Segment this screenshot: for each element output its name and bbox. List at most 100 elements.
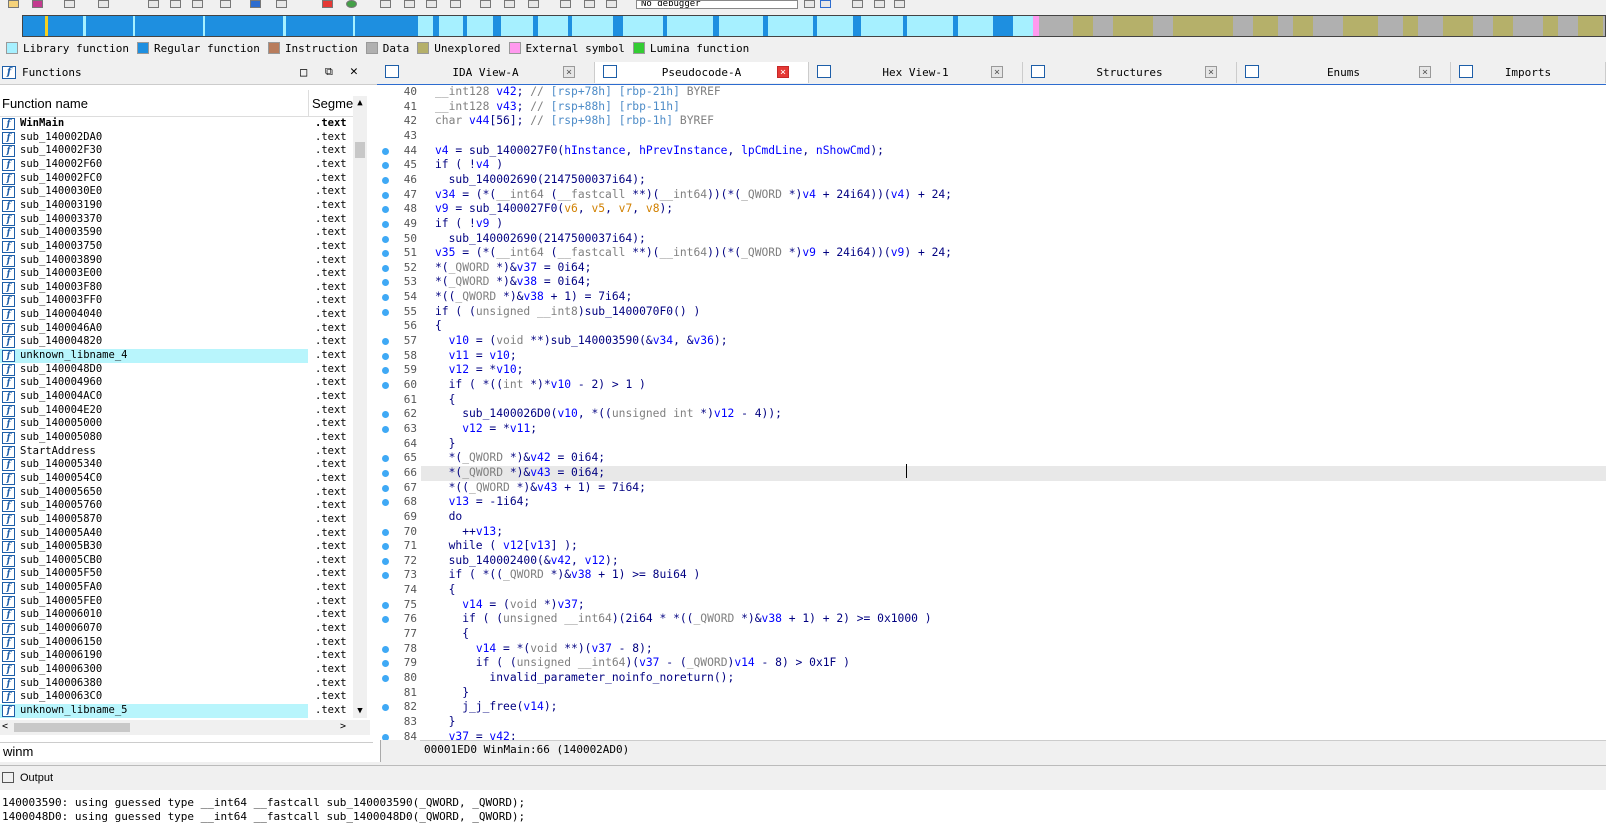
code-line[interactable]: __int128 v42; // [rsp+78h] [rbp-21h] BYR…	[435, 85, 721, 100]
code-line[interactable]: invalid_parameter_noinfo_noreturn();	[435, 671, 734, 686]
code-line[interactable]: ++v13;	[435, 525, 503, 540]
function-row[interactable]: f sub_140002F30 .text	[0, 144, 348, 158]
code-line[interactable]: {	[435, 583, 456, 598]
tab-ida-view-a[interactable]: IDA View-A ×	[377, 62, 595, 83]
code-line[interactable]: *(_QWORD *)&v37 = 0i64;	[435, 261, 591, 276]
function-list-horizontal-scrollbar[interactable]: < >	[0, 720, 370, 735]
toolbar-icon-5[interactable]	[380, 0, 391, 8]
code-line[interactable]: *(_QWORD *)&v42 = 0i64;	[435, 451, 605, 466]
code-line[interactable]: do	[435, 510, 463, 525]
code-line[interactable]: *((_QWORD *)&v38 + 1) = 7i64;	[435, 290, 632, 305]
code-line[interactable]: if ( !v9 )	[435, 217, 503, 232]
code-line[interactable]: if ( (unsigned __int64)(2i64 * *((_QWORD…	[435, 612, 931, 627]
function-row[interactable]: f sub_140002DA0 .text	[0, 131, 348, 145]
stop-icon[interactable]	[322, 0, 333, 8]
text-icon[interactable]	[276, 0, 287, 8]
code-line[interactable]: v37 = v42;	[435, 730, 517, 740]
pause-icon[interactable]	[584, 0, 595, 8]
output-panel[interactable]: 140003590: using guessed type __int64 __…	[0, 790, 1606, 835]
breakpoint-gutter[interactable]	[377, 85, 395, 740]
code-line[interactable]: v35 = (*(__int64 (__fastcall **)(__int64…	[435, 246, 952, 261]
function-row[interactable]: f sub_140006150 .text	[0, 636, 348, 650]
function-row[interactable]: f sub_140002F60 .text	[0, 158, 348, 172]
code-line[interactable]: v34 = (*(__int64 (__fastcall **)(__int64…	[435, 188, 952, 203]
toolbar-icon-11[interactable]	[804, 0, 815, 8]
code-line[interactable]: if ( *((_QWORD *)&v38 + 1) >= 8ui64 )	[435, 568, 701, 583]
function-row[interactable]: f sub_140006190 .text	[0, 649, 348, 663]
toolbar-icon-15[interactable]	[894, 0, 905, 8]
tab-close-icon[interactable]: ×	[1205, 66, 1217, 78]
function-row[interactable]: f sub_140006300 .text	[0, 663, 348, 677]
code-line[interactable]: }	[435, 437, 456, 452]
tab-close-icon[interactable]: ×	[1419, 66, 1431, 78]
tab-close-icon[interactable]: ×	[777, 66, 789, 78]
open-folder-icon[interactable]	[8, 0, 19, 8]
pseudocode-view[interactable]: 40 41 42 43 44 45 46 47 48 49 50 51 52 53 54 55 56 57 58 59…	[377, 85, 1606, 740]
toolbar-icon-8[interactable]	[450, 0, 461, 8]
function-row[interactable]: f sub_140005080 .text	[0, 431, 348, 445]
function-filter-input[interactable]: winm	[0, 742, 373, 761]
save-icon[interactable]	[32, 0, 43, 8]
toolbar-icon-12[interactable]	[820, 0, 831, 8]
function-row[interactable]: f StartAddress .text	[0, 445, 348, 459]
function-row[interactable]: f sub_1400048D0 .text	[0, 363, 348, 377]
function-row[interactable]: f sub_140006070 .text	[0, 622, 348, 636]
function-row[interactable]: f sub_140005760 .text	[0, 499, 348, 513]
function-row[interactable]: f sub_1400046A0 .text	[0, 322, 348, 336]
code-line[interactable]: v12 = *v10;	[435, 363, 524, 378]
function-row[interactable]: f sub_140003370 .text	[0, 213, 348, 227]
down-arrow-icon[interactable]	[250, 0, 261, 8]
scroll-up-icon[interactable]: ▲	[353, 96, 367, 110]
function-row[interactable]: f sub_140004040 .text	[0, 308, 348, 322]
function-row[interactable]: f sub_140005CB0 .text	[0, 554, 348, 568]
code-line[interactable]: *((_QWORD *)&v43 + 1) = 7i64;	[435, 481, 646, 496]
function-row[interactable]: f sub_140004820 .text	[0, 335, 348, 349]
toolbar-icon-6[interactable]	[404, 0, 415, 8]
forward-arrow-icon[interactable]	[98, 0, 109, 8]
scroll-thumb[interactable]	[355, 142, 365, 158]
function-row[interactable]: f sub_1400054C0 .text	[0, 472, 348, 486]
horizontal-scroll-thumb[interactable]	[14, 723, 130, 732]
function-row[interactable]: f sub_1400030E0 .text	[0, 185, 348, 199]
function-row[interactable]: f WinMain .text	[0, 117, 348, 131]
function-row[interactable]: f sub_140005870 .text	[0, 513, 348, 527]
code-line[interactable]: }	[435, 715, 456, 730]
function-row[interactable]: f sub_140005340 .text	[0, 458, 348, 472]
function-row[interactable]: f sub_140005B30 .text	[0, 540, 348, 554]
toolbar-icon-1[interactable]	[148, 0, 159, 8]
code-line[interactable]: sub_140002690(2147500037i64);	[435, 232, 646, 247]
code-line[interactable]: v14 = *(void **)(v37 - 8);	[435, 642, 653, 657]
toolbar-icon-9[interactable]	[480, 0, 491, 8]
code-line[interactable]: {	[435, 627, 469, 642]
function-row[interactable]: f unknown_libname_5 .text	[0, 703, 347, 718]
toolbar-icon-7[interactable]	[426, 0, 437, 8]
function-list-vertical-scrollbar[interactable]: ▲ ▼	[353, 96, 367, 718]
function-row[interactable]: f sub_140005FA0 .text	[0, 581, 348, 595]
navigation-band[interactable]	[22, 15, 1606, 37]
function-row[interactable]: f sub_140006380 .text	[0, 677, 348, 691]
code-line[interactable]: v14 = (void *)v37;	[435, 598, 584, 613]
tab-pseudocode-a[interactable]: Pseudocode-A ×	[595, 62, 809, 83]
code-line[interactable]: v10 = (void **)sub_140003590(&v34, &v36)…	[435, 334, 728, 349]
code-line[interactable]: if ( (unsigned __int8)sub_1400070F0() )	[435, 305, 700, 320]
code-line[interactable]: char v44[56]; // [rsp+98h] [rbp-1h] BYRE…	[435, 114, 714, 129]
code-line[interactable]: {	[435, 319, 442, 334]
code-line[interactable]: v12 = *v11;	[435, 422, 537, 437]
code-line[interactable]: }	[435, 686, 469, 701]
code-line[interactable]: v13 = -1i64;	[435, 495, 531, 510]
column-divider[interactable]	[308, 90, 309, 116]
tab-enums[interactable]: Enums ×	[1237, 62, 1451, 83]
function-row[interactable]: f sub_140005000 .text	[0, 417, 348, 431]
function-row[interactable]: f unknown_libname_4 .text	[0, 349, 347, 363]
function-row[interactable]: f sub_140003590 .text	[0, 226, 348, 240]
function-row[interactable]: f sub_140004E20 .text	[0, 404, 348, 418]
function-row[interactable]: f sub_140003890 .text	[0, 254, 348, 268]
minimize-panel-icon[interactable]: □	[300, 65, 307, 79]
tab-close-icon[interactable]: ×	[991, 66, 1003, 78]
scroll-down-icon[interactable]: ▼	[353, 704, 367, 718]
tab-imports[interactable]: Imports	[1451, 62, 1606, 83]
code-line[interactable]: v4 = sub_1400027F0(hInstance, hPrevInsta…	[435, 144, 884, 159]
toolbar-icon-2[interactable]	[170, 0, 181, 8]
code-line[interactable]: sub_1400026D0(v10, *((unsigned int *)v12…	[435, 407, 782, 422]
code-line[interactable]: *(_QWORD *)&v38 = 0i64;	[435, 275, 591, 290]
